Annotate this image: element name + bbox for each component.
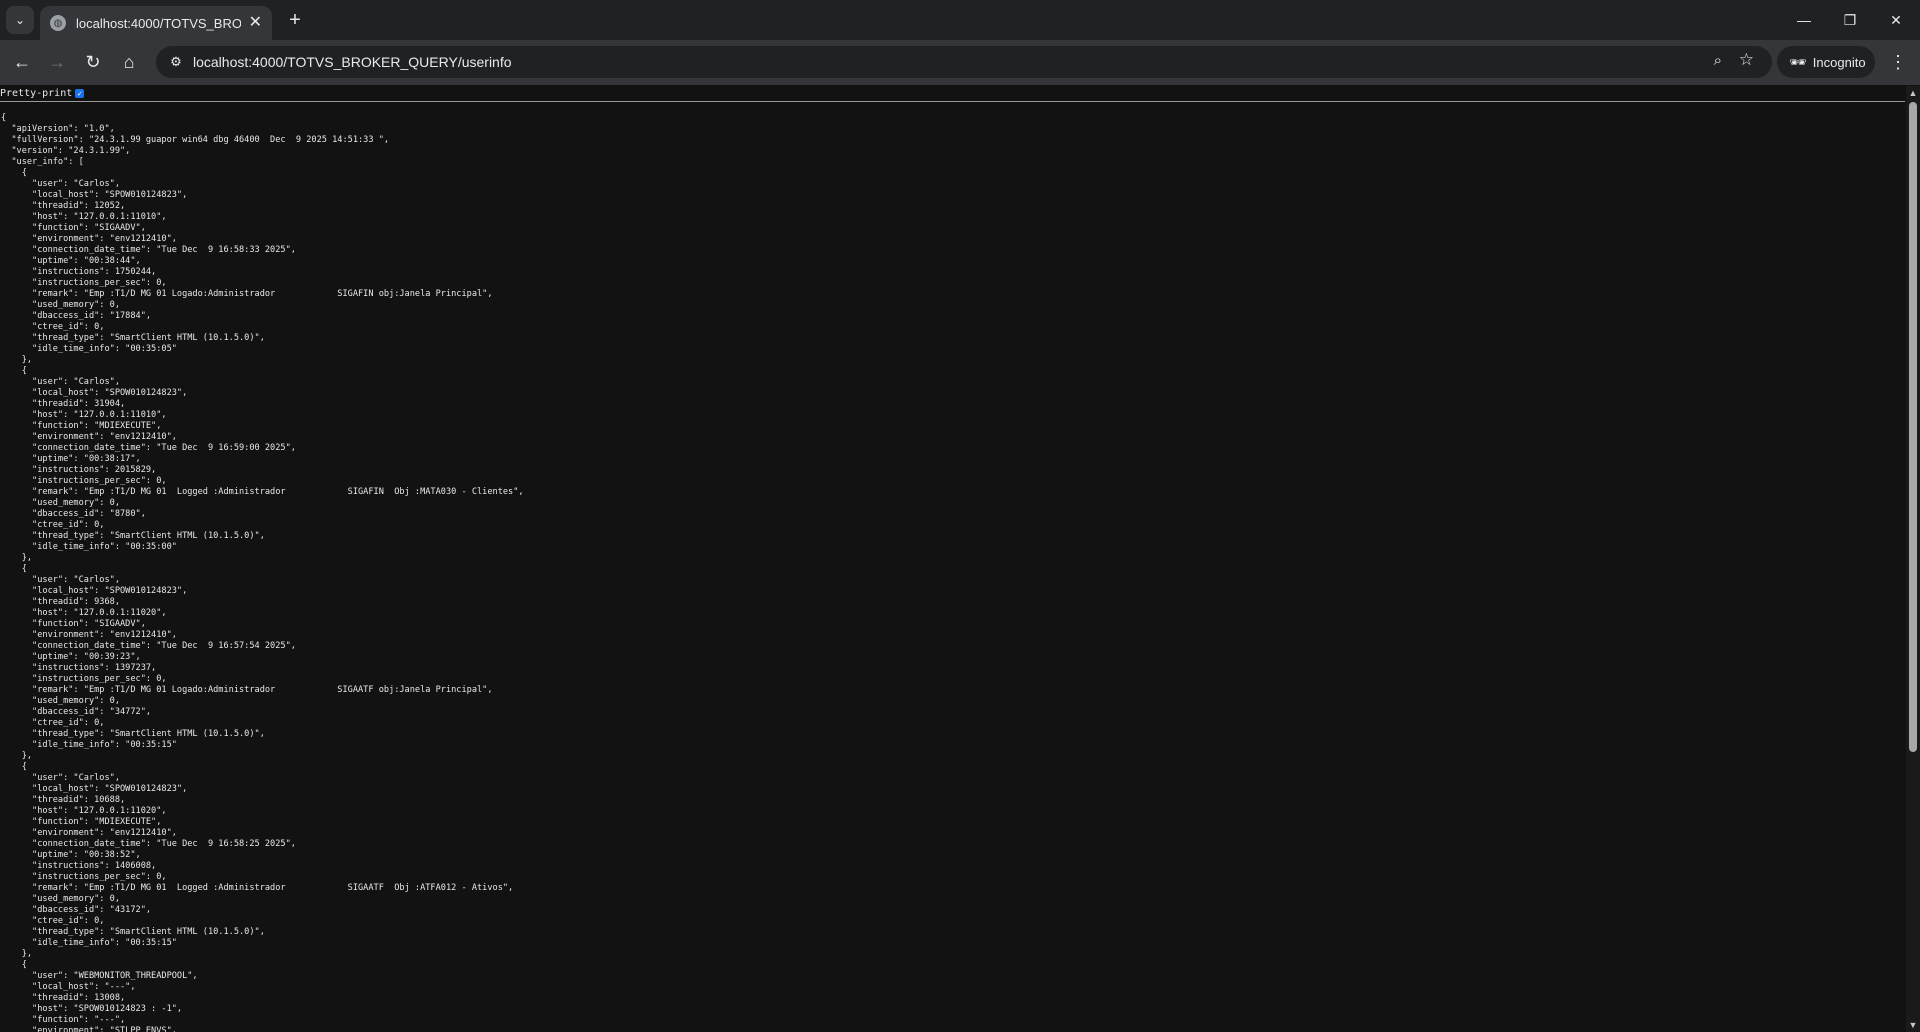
divider bbox=[0, 101, 1905, 102]
tab-title: localhost:4000/TOTVS_BROKER_QUERY/userin… bbox=[76, 15, 241, 31]
plus-icon[interactable]: + bbox=[283, 8, 307, 32]
json-content: { "apiVersion": "1.0", "fullVersion": "2… bbox=[1, 113, 524, 1032]
tab-strip: ⌄ ◍ localhost:4000/TOTVS_BROKER_QUERY/us… bbox=[0, 0, 1920, 40]
kebab-icon[interactable]: ⋮ bbox=[1886, 48, 1910, 76]
reload-icon[interactable]: ↻ bbox=[79, 48, 107, 76]
minimize-icon[interactable]: — bbox=[1781, 0, 1827, 40]
url-text[interactable]: localhost:4000/TOTVS_BROKER_QUERY/userin… bbox=[193, 54, 512, 70]
active-tab[interactable]: ◍ localhost:4000/TOTVS_BROKER_QUERY/user… bbox=[40, 6, 272, 40]
arrow-right-icon[interactable]: → bbox=[43, 48, 71, 76]
address-bar[interactable]: ⚙ localhost:4000/TOTVS_BROKER_QUERY/user… bbox=[156, 46, 1772, 78]
vertical-scrollbar[interactable]: ▲ ▼ bbox=[1906, 86, 1920, 1032]
pretty-print-checkbox[interactable]: ✓ bbox=[75, 88, 85, 98]
scroll-down-icon[interactable]: ▼ bbox=[1908, 1020, 1918, 1030]
pretty-print-bar: Pretty-print ✓ bbox=[0, 86, 1905, 100]
incognito-label: Incognito bbox=[1812, 54, 1866, 70]
zoom-icon[interactable]: ⌕ bbox=[1714, 52, 1722, 69]
tune-icon[interactable]: ⚙ bbox=[166, 52, 186, 72]
restore-icon[interactable]: ❐ bbox=[1827, 0, 1873, 40]
star-icon[interactable]: ☆ bbox=[1739, 50, 1754, 70]
home-icon[interactable]: ⌂ bbox=[115, 48, 143, 76]
browser-toolbar: ← → ↻ ⌂ ⚙ localhost:4000/TOTVS_BROKER_QU… bbox=[0, 40, 1920, 85]
chevron-down-icon[interactable]: ⌄ bbox=[6, 6, 34, 34]
scroll-thumb[interactable] bbox=[1909, 102, 1917, 752]
close-icon[interactable]: ✕ bbox=[249, 14, 262, 32]
incognito-icon: 🕶 bbox=[1789, 53, 1807, 70]
arrow-left-icon[interactable]: ← bbox=[8, 48, 36, 76]
window-close-icon[interactable]: ✕ bbox=[1873, 0, 1919, 40]
scroll-up-icon[interactable]: ▲ bbox=[1908, 88, 1918, 98]
globe-icon: ◍ bbox=[50, 15, 66, 31]
incognito-indicator[interactable]: 🕶 Incognito bbox=[1777, 46, 1875, 78]
pretty-print-label: Pretty-print bbox=[0, 87, 73, 99]
